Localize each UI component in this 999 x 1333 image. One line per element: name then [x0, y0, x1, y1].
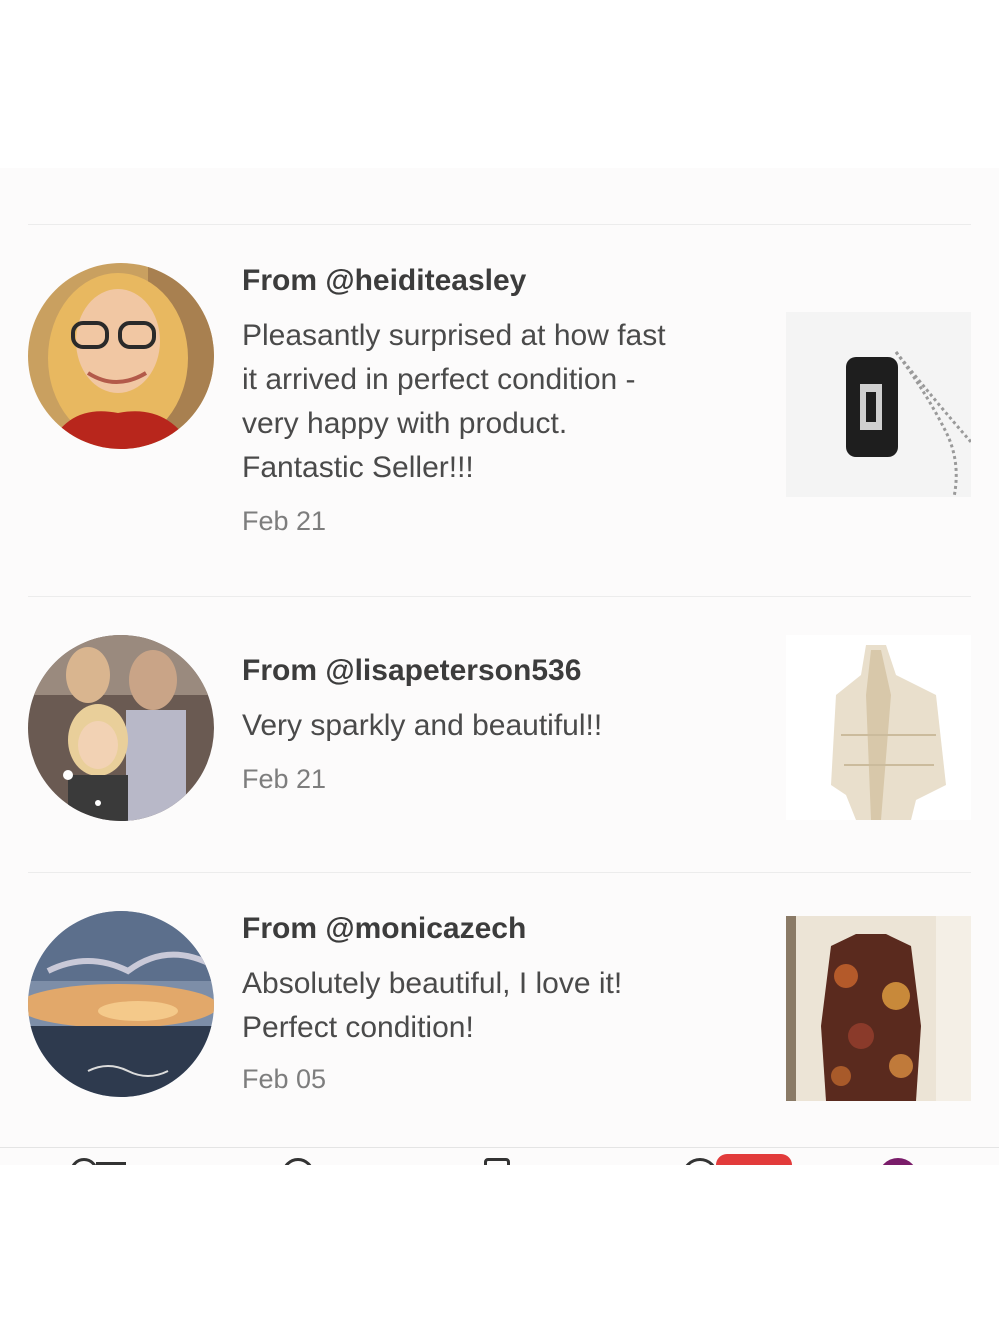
sell-icon[interactable]: [484, 1158, 510, 1165]
review-text-line: Absolutely beautiful, I love it!: [242, 967, 623, 1000]
review-text: Very sparkly and beautiful!!: [242, 704, 742, 748]
review-date: Feb 21: [242, 764, 327, 794]
profile-avatar[interactable]: [878, 1158, 918, 1165]
review-text-line: Pleasantly surprised at how fast: [242, 319, 666, 352]
item-thumbnail[interactable]: [786, 916, 971, 1101]
review-text: Pleasantly surprised at how fast it arri…: [242, 314, 742, 490]
divider: [28, 224, 971, 225]
bottom-tab-bar: [0, 1147, 999, 1165]
notification-badge: [716, 1154, 792, 1165]
review-text: Absolutely beautiful, I love it! Perfect…: [242, 962, 742, 1050]
review-author[interactable]: From @monicazech: [242, 912, 526, 946]
news-icon[interactable]: [282, 1158, 314, 1165]
review-date: Feb 21: [242, 506, 327, 536]
reviewer-avatar[interactable]: [28, 911, 214, 1097]
review-date: Feb 05: [242, 1064, 327, 1094]
review-text-line: Perfect condition!: [242, 1011, 474, 1044]
reviews-screen: From @heiditeasley Pleasantly surprised …: [0, 168, 999, 1165]
item-thumbnail[interactable]: [786, 635, 971, 820]
divider: [28, 872, 971, 873]
review-text-line: Very sparkly and beautiful!!: [242, 709, 603, 742]
reviewer-avatar[interactable]: [28, 263, 214, 449]
divider: [28, 596, 971, 597]
shop-icon[interactable]: [70, 1158, 126, 1165]
reviewer-avatar[interactable]: [28, 635, 214, 821]
review-text-line: it arrived in perfect condition -: [242, 363, 636, 396]
review-author[interactable]: From @heiditeasley: [242, 264, 526, 298]
review-author[interactable]: From @lisapeterson536: [242, 654, 581, 688]
review-text-line: Fantastic Seller!!!: [242, 451, 474, 484]
item-thumbnail[interactable]: [786, 312, 971, 497]
review-text-line: very happy with product.: [242, 407, 568, 440]
inbox-icon[interactable]: [682, 1154, 792, 1165]
